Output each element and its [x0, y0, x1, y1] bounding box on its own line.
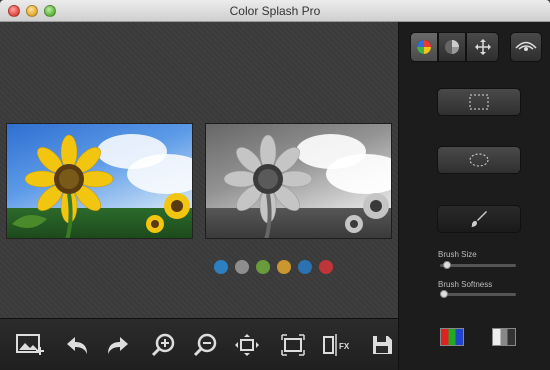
swatch-3[interactable]	[256, 260, 270, 274]
compare-fx-icon: FX	[323, 334, 350, 356]
original-photo[interactable]	[6, 123, 193, 239]
title-bar: Color Splash Pro	[0, 0, 550, 22]
zoom-out-icon	[193, 333, 217, 357]
brush-softness-knob[interactable]	[440, 290, 448, 298]
actual-size-icon	[281, 334, 305, 356]
brush-size-slider[interactable]	[440, 261, 516, 269]
gray-circle-icon	[445, 40, 459, 54]
ellipse-select-button[interactable]	[437, 146, 521, 174]
swatch-5[interactable]	[298, 260, 312, 274]
save-icon	[373, 336, 392, 354]
brush-softness-slider[interactable]	[440, 290, 516, 298]
bottom-toolbar: FX	[0, 318, 398, 370]
color-swatches	[214, 260, 333, 274]
zoom-in-icon	[151, 333, 175, 357]
brush-size-knob[interactable]	[443, 261, 452, 269]
actual-size-button[interactable]	[280, 333, 306, 357]
move-arrows-icon	[474, 39, 491, 55]
tab-color[interactable]	[410, 32, 438, 62]
swatch-4[interactable]	[277, 260, 291, 274]
fx-label: FX	[339, 342, 350, 351]
window-title: Color Splash Pro	[229, 4, 321, 18]
undo-button[interactable]	[64, 333, 90, 357]
tools-panel: Brush Size Brush Softness	[398, 22, 550, 370]
ellipse-select-icon	[469, 153, 489, 167]
grayscale-mode-button[interactable]	[492, 328, 516, 346]
image-canvas[interactable]	[0, 22, 398, 318]
rectangle-select-icon	[469, 94, 489, 110]
splash-preview-photo[interactable]	[205, 123, 392, 239]
add-image-icon	[16, 334, 44, 355]
tab-gray[interactable]	[438, 32, 466, 62]
brush-softness-label: Brush Softness	[438, 280, 493, 289]
swatch-6[interactable]	[319, 260, 333, 274]
swatch-1[interactable]	[214, 260, 228, 274]
save-button[interactable]	[371, 333, 393, 357]
swatch-2[interactable]	[235, 260, 249, 274]
color-wheel-icon	[417, 40, 431, 54]
zoom-out-button[interactable]	[192, 333, 218, 357]
redo-icon	[108, 337, 128, 354]
brush-size-label: Brush Size	[438, 250, 477, 259]
brush-tool-button[interactable]	[437, 205, 521, 233]
tab-move[interactable]	[466, 32, 499, 62]
app-window: Color Splash Pro FX Brush Size Brush Sof…	[0, 0, 550, 370]
brush-icon	[471, 211, 487, 227]
add-image-button[interactable]	[16, 333, 46, 357]
undo-icon	[67, 337, 87, 354]
compare-fx-button[interactable]: FX	[322, 333, 352, 357]
color-mode-button[interactable]	[440, 328, 464, 346]
tab-view[interactable]	[510, 32, 542, 62]
redo-button[interactable]	[105, 333, 131, 357]
rectangle-select-button[interactable]	[437, 88, 521, 116]
zoom-in-button[interactable]	[150, 333, 176, 357]
eye-icon	[515, 41, 537, 51]
fit-screen-button[interactable]	[234, 333, 260, 357]
fit-screen-icon	[235, 334, 259, 356]
